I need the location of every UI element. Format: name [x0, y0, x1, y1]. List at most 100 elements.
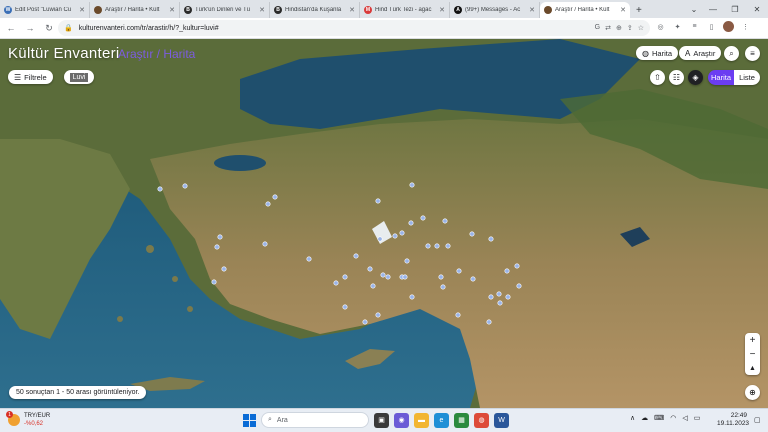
site-marker[interactable]: [367, 266, 373, 272]
site-marker[interactable]: [217, 234, 223, 240]
site-marker[interactable]: [265, 201, 271, 207]
side-panel-icon[interactable]: ▯: [706, 21, 717, 32]
onedrive-icon[interactable]: ☁: [641, 414, 648, 422]
tab-close-icon[interactable]: ✕: [620, 6, 626, 14]
browser-tab[interactable]: B Hindistan'da Kuşanla ✕: [270, 2, 360, 18]
site-marker[interactable]: [377, 236, 383, 242]
site-marker[interactable]: [469, 231, 475, 237]
layers-icon[interactable]: ◈: [688, 70, 703, 85]
site-marker[interactable]: [504, 268, 510, 274]
site-marker[interactable]: [440, 284, 446, 290]
site-marker[interactable]: [505, 294, 511, 300]
site-marker[interactable]: [445, 243, 451, 249]
site-marker[interactable]: [456, 268, 462, 274]
wifi-icon[interactable]: ◠: [670, 414, 676, 422]
list-icon[interactable]: ☷: [669, 70, 684, 85]
breadcrumb[interactable]: Araştır / Harita: [118, 47, 195, 61]
locate-me-icon[interactable]: ⊕: [745, 385, 760, 400]
menu-icon[interactable]: ⋮: [740, 21, 751, 32]
word-icon[interactable]: W: [494, 412, 509, 428]
map-view-button[interactable]: ◍ Harita: [636, 46, 678, 60]
site-marker[interactable]: [438, 274, 444, 280]
volume-icon[interactable]: ◁: [682, 414, 687, 422]
site-marker[interactable]: [455, 312, 461, 318]
site-marker[interactable]: [375, 312, 381, 318]
site-marker[interactable]: [425, 243, 431, 249]
zoom-in-icon[interactable]: +: [745, 333, 760, 347]
site-marker[interactable]: [399, 230, 405, 236]
minimize-icon[interactable]: —: [702, 0, 724, 18]
browser-tab[interactable]: M Hind Türk Tezi - agac ✕: [360, 2, 450, 18]
browser-tab[interactable]: Araştır / Harita • Kült ✕: [540, 2, 630, 18]
site-marker[interactable]: [380, 272, 386, 278]
puzzle-icon[interactable]: ✦: [672, 21, 683, 32]
hamburger-menu-icon[interactable]: ≡: [745, 46, 760, 61]
browser-tab[interactable]: Araştır / Harita • Kült ✕: [90, 2, 180, 18]
tab-close-icon[interactable]: ✕: [349, 6, 355, 14]
site-marker[interactable]: [488, 236, 494, 242]
translate-icon[interactable]: ⇄: [605, 24, 611, 32]
edge-icon[interactable]: e: [434, 412, 449, 428]
notification-icon[interactable]: ▢: [754, 416, 761, 424]
url-field[interactable]: 🔒 kulturenvanteri.com/tr/arastir/h/?_kul…: [58, 20, 650, 36]
site-info-icon[interactable]: 🔒: [64, 24, 73, 32]
site-marker[interactable]: [362, 319, 368, 325]
task-view-icon[interactable]: ▣: [374, 412, 389, 428]
compass-icon[interactable]: ▲: [745, 361, 760, 375]
tab-close-icon[interactable]: ✕: [529, 6, 535, 14]
site-marker[interactable]: [214, 244, 220, 250]
tab-close-icon[interactable]: ✕: [259, 6, 265, 14]
site-marker[interactable]: [470, 276, 476, 282]
site-marker[interactable]: [182, 183, 188, 189]
site-marker[interactable]: [392, 233, 398, 239]
site-logo[interactable]: Kültür Envanteri: [8, 45, 120, 62]
active-filter-tag[interactable]: Luvi: [64, 70, 94, 84]
currency-widget[interactable]: 1 TRY/EUR -%0,62: [6, 411, 50, 428]
site-marker[interactable]: [342, 274, 348, 280]
search-menu-button[interactable]: A Araştır: [679, 46, 722, 60]
store-icon[interactable]: ▦: [454, 412, 469, 428]
taskbar-search[interactable]: ⌕ Ara: [261, 412, 369, 428]
clock[interactable]: 22:49 19.11.2023: [717, 412, 749, 428]
site-marker[interactable]: [408, 220, 414, 226]
browser-tab[interactable]: B Türk'ün Dinleri ve Tü ✕: [180, 2, 270, 18]
site-marker[interactable]: [488, 294, 494, 300]
site-marker[interactable]: [402, 274, 408, 280]
forward-icon[interactable]: →: [22, 20, 38, 36]
tab-search-icon[interactable]: ⌄: [686, 0, 702, 18]
site-marker[interactable]: [514, 263, 520, 269]
close-window-icon[interactable]: ✕: [746, 0, 768, 18]
site-marker[interactable]: [353, 253, 359, 259]
site-marker[interactable]: [385, 274, 391, 280]
site-marker[interactable]: [342, 304, 348, 310]
site-marker[interactable]: [434, 243, 440, 249]
site-marker[interactable]: [333, 280, 339, 286]
export-icon[interactable]: ⇧: [650, 70, 665, 85]
browser-tab[interactable]: W Edit Post "Luwian Cu ✕: [0, 2, 90, 18]
view-toggle-list[interactable]: Liste: [734, 70, 760, 85]
site-marker[interactable]: [409, 182, 415, 188]
site-marker[interactable]: [272, 194, 278, 200]
google-lens-icon[interactable]: G: [595, 24, 600, 32]
site-marker[interactable]: [157, 186, 163, 192]
site-marker[interactable]: [409, 294, 415, 300]
filter-button[interactable]: ☰ Filtrele: [8, 70, 53, 84]
browser-tab[interactable]: A (99+) Messages - Ac ✕: [450, 2, 540, 18]
teams-icon[interactable]: ◉: [394, 412, 409, 428]
site-marker[interactable]: [221, 266, 227, 272]
site-marker[interactable]: [496, 291, 502, 297]
maximize-icon[interactable]: ❐: [724, 0, 746, 18]
reload-icon[interactable]: ↻: [41, 20, 57, 36]
site-marker[interactable]: [486, 319, 492, 325]
zoom-out-icon[interactable]: −: [745, 347, 760, 361]
battery-icon[interactable]: ▭: [694, 414, 701, 422]
tray-chevron-icon[interactable]: ∧: [630, 414, 635, 422]
site-marker[interactable]: [404, 258, 410, 264]
site-marker[interactable]: [442, 218, 448, 224]
back-icon[interactable]: ←: [3, 20, 19, 36]
share-icon[interactable]: ⇪: [627, 24, 633, 32]
language-icon[interactable]: ⌨: [654, 414, 664, 422]
file-explorer-icon[interactable]: ▬: [414, 412, 429, 428]
site-marker[interactable]: [211, 279, 217, 285]
tab-close-icon[interactable]: ✕: [169, 6, 175, 14]
